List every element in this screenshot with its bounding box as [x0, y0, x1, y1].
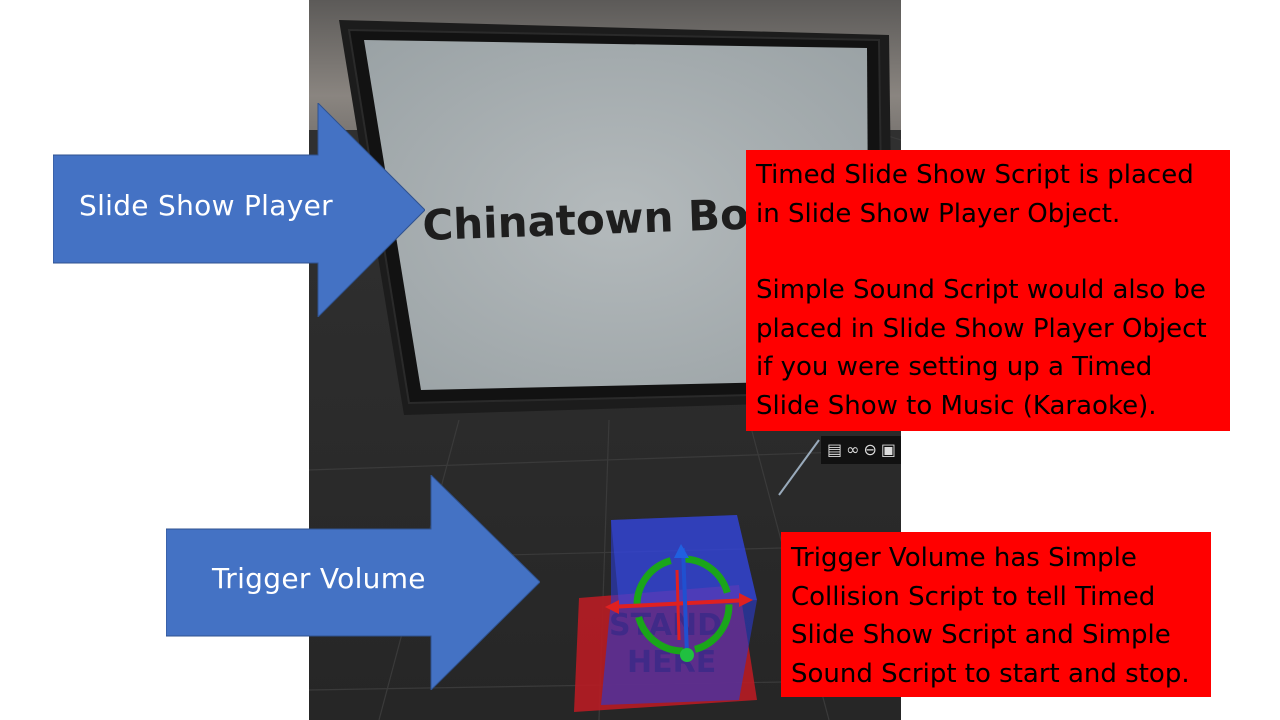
slide-show-callout-paragraph2: Simple Sound Script would also be placed… — [756, 275, 1207, 421]
trigger-callout-paragraph1: Trigger Volume has Simple Collision Scri… — [791, 543, 1190, 689]
slide-show-player-label: Slide Show Player — [79, 189, 333, 222]
minus-circle-icon[interactable]: ⊖ — [863, 440, 876, 459]
floor-sign-line1: STAND — [609, 608, 722, 643]
slide-show-callout: Timed Slide Show Script is placed in Sli… — [746, 150, 1230, 431]
notes-icon[interactable]: ▤ — [827, 440, 842, 459]
trigger-callout: Trigger Volume has Simple Collision Scri… — [781, 532, 1211, 697]
lock-icon[interactable]: ▣ — [881, 440, 896, 459]
object-toolbar-icons: ▤ ∞ ⊖ ▣ — [827, 440, 896, 459]
slide-show-callout-paragraph1: Timed Slide Show Script is placed in Sli… — [756, 160, 1194, 229]
trigger-volume-label: Trigger Volume — [212, 562, 426, 595]
link-icon[interactable]: ∞ — [846, 440, 859, 459]
